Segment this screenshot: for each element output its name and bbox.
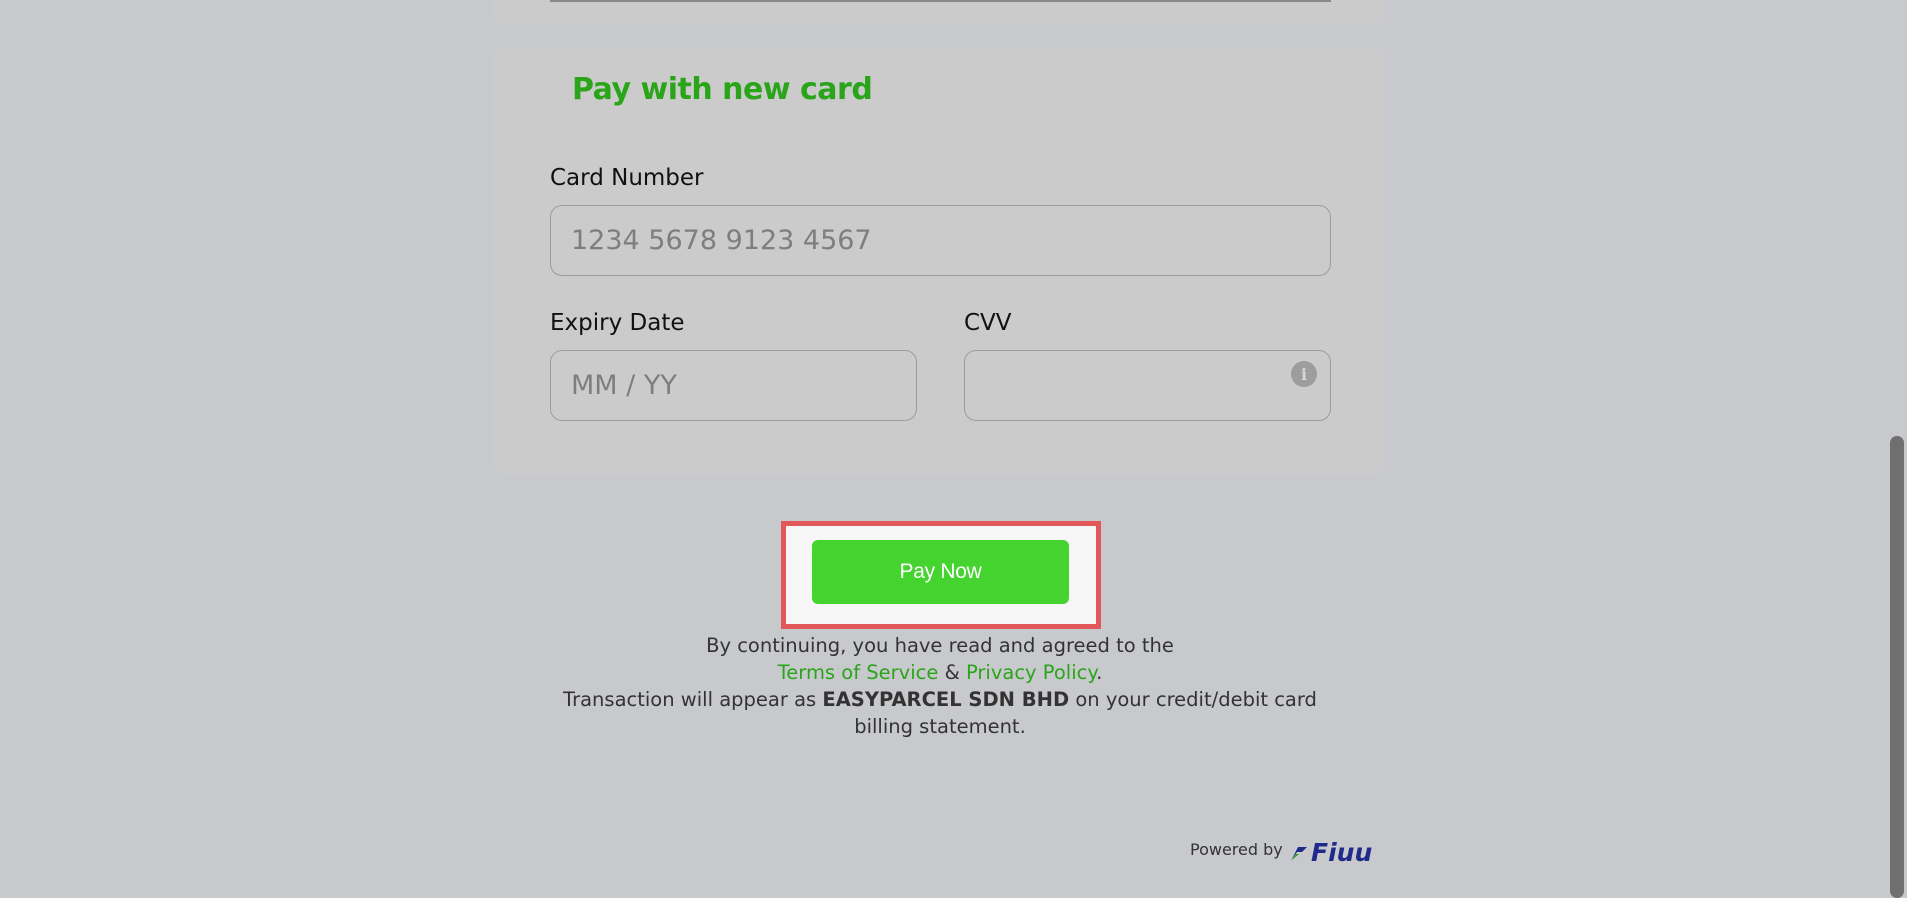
card-number-placeholder: 1234 5678 9123 4567 [571,225,872,256]
card-number-input[interactable]: 1234 5678 9123 4567 [550,205,1331,276]
powered-by-label: Powered by [1190,840,1283,859]
section-divider [550,0,1331,2]
merchant-name: EASYPARCEL SDN BHD [822,688,1070,711]
legal-line-3: Transaction will appear as EASYPARCEL SD… [540,686,1340,740]
legal-notice: By continuing, you have read and agreed … [540,632,1340,740]
cvv-input[interactable] [964,350,1331,421]
pay-with-new-card-title: Pay with new card [572,72,873,107]
terms-of-service-link[interactable]: Terms of Service [778,661,939,684]
pay-now-button[interactable]: Pay Now [812,540,1069,604]
expiry-date-placeholder: MM / YY [571,370,677,401]
legal-line-2: Terms of Service & Privacy Policy. [540,659,1340,686]
privacy-policy-link[interactable]: Privacy Policy [966,661,1096,684]
fiuu-brand: Fiuu [1290,838,1372,867]
expiry-date-label: Expiry Date [550,310,685,336]
cvv-label: CVV [964,310,1012,336]
info-icon[interactable]: i [1291,361,1317,387]
scrollbar-thumb[interactable] [1890,436,1904,898]
payment-page: Pay with new card Card Number 1234 5678 … [0,0,1907,898]
legal-line-1: By continuing, you have read and agreed … [706,634,1174,657]
transaction-prefix: Transaction will appear as [563,688,817,711]
expiry-date-input[interactable]: MM / YY [550,350,917,421]
ampersand: & [944,661,960,684]
fiuu-logo-icon [1291,846,1307,861]
brand-name: Fiuu [1311,838,1373,867]
card-number-label: Card Number [550,165,704,191]
period: . [1096,661,1103,684]
saved-cards-section [494,0,1385,25]
